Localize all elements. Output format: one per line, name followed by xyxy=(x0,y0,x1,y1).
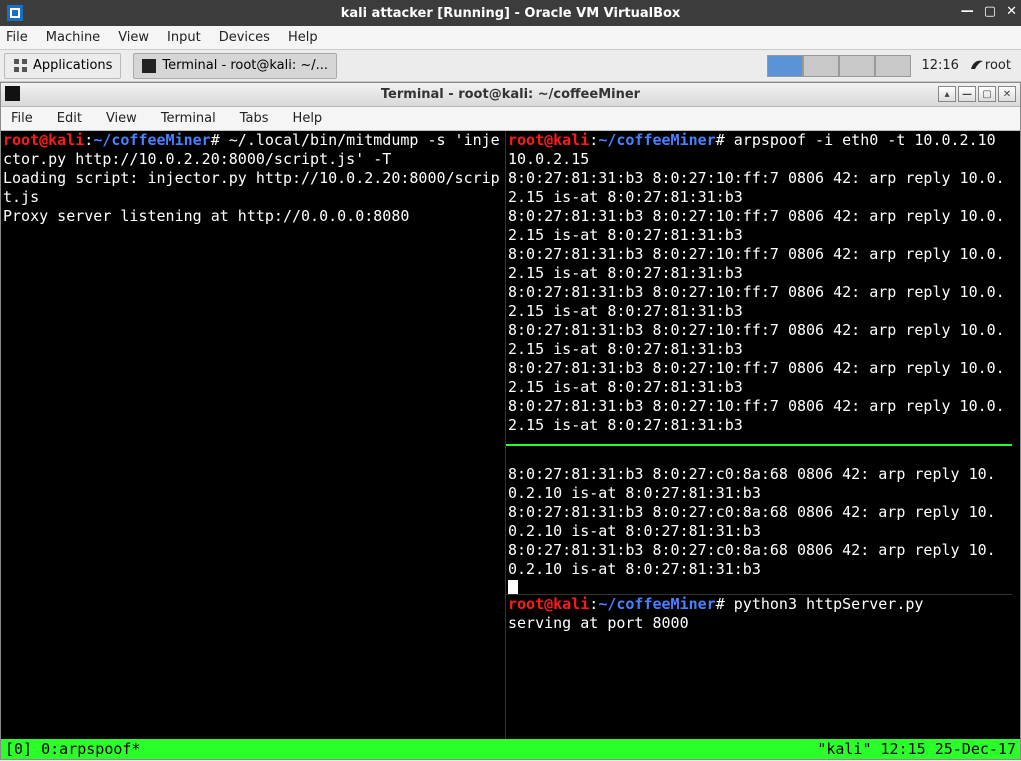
tmux-pane-right-top[interactable]: root@kali:~/coffeeMiner# arpspoof -i eth… xyxy=(506,131,1012,446)
guest-top-panel: Applications Terminal - root@kali: ~/...… xyxy=(0,50,1021,82)
vb-close-button[interactable]: ✕ xyxy=(1006,4,1017,19)
tmux-pane-right-mid[interactable]: 8:0:27:81:31:b3 8:0:27:c0:8a:68 0806 42:… xyxy=(506,446,1012,595)
prompt-path: ~/coffeeMiner xyxy=(598,595,715,613)
terminal-window: Terminal - root@kali: ~/coffeeMiner ▴ — … xyxy=(0,82,1021,760)
prompt-user: root xyxy=(508,131,544,149)
prompt-sep: : xyxy=(589,595,598,613)
term-menu-edit[interactable]: Edit xyxy=(57,111,82,126)
term-menu-help[interactable]: Help xyxy=(293,111,323,126)
left-output-2: Proxy server listening at http://0.0.0.0… xyxy=(3,207,409,225)
terminal-icon xyxy=(142,59,156,73)
vb-menu-input[interactable]: Input xyxy=(167,30,201,45)
arp-reply-line: 8:0:27:81:31:b3 8:0:27:10:ff:7 0806 42: … xyxy=(508,321,1005,358)
terminal-title-text: Terminal - root@kali: ~/coffeeMiner xyxy=(381,87,640,102)
prompt-at: @ xyxy=(39,131,48,149)
virtualbox-menubar: File Machine View Input Devices Help xyxy=(0,26,1021,50)
prompt-at: @ xyxy=(544,131,553,149)
applications-button[interactable]: Applications xyxy=(4,53,121,79)
tmux-status-left: [0] 0:arpspoof* xyxy=(5,740,140,759)
arp-reply-line: 8:0:27:81:31:b3 8:0:27:10:ff:7 0806 42: … xyxy=(508,169,1005,206)
right-bot-output: serving at port 8000 xyxy=(508,614,689,632)
term-menu-terminal[interactable]: Terminal xyxy=(161,111,216,126)
virtualbox-titlebar: kali attacker [Running] - Oracle VM Virt… xyxy=(0,0,1021,26)
arp-reply-line: 8:0:27:81:31:b3 8:0:27:10:ff:7 0806 42: … xyxy=(508,207,1005,244)
vb-menu-machine[interactable]: Machine xyxy=(46,30,100,45)
arp-reply-line: 8:0:27:81:31:b3 8:0:27:10:ff:7 0806 42: … xyxy=(508,397,1005,434)
taskbar-terminal-label: Terminal - root@kali: ~/... xyxy=(162,58,328,73)
prompt-sym: # xyxy=(716,595,725,613)
prompt-user: root xyxy=(508,595,544,613)
prompt-sym: # xyxy=(716,131,725,149)
arp-reply-line: 8:0:27:81:31:b3 8:0:27:c0:8a:68 0806 42:… xyxy=(508,503,996,540)
virtualbox-icon xyxy=(6,4,24,22)
arp-reply-line: 8:0:27:81:31:b3 8:0:27:10:ff:7 0806 42: … xyxy=(508,283,1005,320)
workspace-1[interactable] xyxy=(767,55,803,77)
cursor xyxy=(508,580,518,595)
vb-menu-help[interactable]: Help xyxy=(288,30,318,45)
prompt-sep: : xyxy=(589,131,598,149)
arp-reply-line: 8:0:27:81:31:b3 8:0:27:10:ff:7 0806 42: … xyxy=(508,245,1005,282)
terminal-maximize-button[interactable]: ▢ xyxy=(978,86,996,102)
terminal-menubar: File Edit View Terminal Tabs Help xyxy=(1,107,1020,131)
terminal-rollup-button[interactable]: ▴ xyxy=(938,86,956,102)
workspace-4[interactable] xyxy=(875,55,911,77)
terminal-titlebar: Terminal - root@kali: ~/coffeeMiner ▴ — … xyxy=(1,83,1020,107)
taskbar-terminal-button[interactable]: Terminal - root@kali: ~/... xyxy=(133,53,337,79)
term-menu-file[interactable]: File xyxy=(11,111,33,126)
prompt-path: ~/coffeeMiner xyxy=(93,131,210,149)
terminal-close-button[interactable]: ✕ xyxy=(998,86,1016,102)
panel-clock: 12:16 xyxy=(921,58,958,73)
applications-label: Applications xyxy=(33,58,112,73)
prompt-host: kali xyxy=(553,131,589,149)
tmux-pane-right-bottom[interactable]: root@kali:~/coffeeMiner# python3 httpSer… xyxy=(506,595,1012,759)
term-menu-tabs[interactable]: Tabs xyxy=(240,111,269,126)
terminal-body[interactable]: root@kali:~/coffeeMiner# ~/.local/bin/mi… xyxy=(1,131,1020,759)
prompt-sym: # xyxy=(211,131,220,149)
terminal-minimize-button[interactable]: — xyxy=(958,86,976,102)
prompt-host: kali xyxy=(553,595,589,613)
arp-reply-line: 8:0:27:81:31:b3 8:0:27:c0:8a:68 0806 42:… xyxy=(508,465,996,502)
term-menu-view[interactable]: View xyxy=(106,111,137,126)
workspace-switcher[interactable] xyxy=(767,55,911,77)
workspace-2[interactable] xyxy=(803,55,839,77)
prompt-path: ~/coffeeMiner xyxy=(598,131,715,149)
kali-dragon-icon[interactable] xyxy=(969,56,985,76)
vb-minimize-button[interactable]: — xyxy=(961,4,974,19)
arp-reply-line: 8:0:27:81:31:b3 8:0:27:c0:8a:68 0806 42:… xyxy=(508,541,996,578)
arp-reply-line: 8:0:27:81:31:b3 8:0:27:10:ff:7 0806 42: … xyxy=(508,359,1005,396)
workspace-3[interactable] xyxy=(839,55,875,77)
tmux-pane-left[interactable]: root@kali:~/coffeeMiner# ~/.local/bin/mi… xyxy=(1,131,506,759)
tmux-status-bar: [0] 0:arpspoof* "kali" 12:15 25-Dec-17 xyxy=(1,739,1020,759)
tmux-right-column: root@kali:~/coffeeMiner# arpspoof -i eth… xyxy=(506,131,1012,759)
left-output-1: Loading script: injector.py http://10.0.… xyxy=(3,169,500,206)
vb-menu-view[interactable]: View xyxy=(118,30,149,45)
applications-icon xyxy=(13,58,29,74)
panel-user[interactable]: root xyxy=(985,58,1011,73)
virtualbox-title-text: kali attacker [Running] - Oracle VM Virt… xyxy=(341,6,681,21)
vb-maximize-button[interactable]: ▢ xyxy=(984,4,996,19)
prompt-sep: : xyxy=(84,131,93,149)
vb-menu-devices[interactable]: Devices xyxy=(219,30,270,45)
right-bot-command: python3 httpServer.py xyxy=(725,595,924,613)
tmux-status-right: "kali" 12:15 25-Dec-17 xyxy=(817,740,1016,759)
prompt-at: @ xyxy=(544,595,553,613)
prompt-host: kali xyxy=(48,131,84,149)
prompt-user: root xyxy=(3,131,39,149)
vb-menu-file[interactable]: File xyxy=(6,30,28,45)
terminal-titlebar-icon xyxy=(5,86,20,101)
